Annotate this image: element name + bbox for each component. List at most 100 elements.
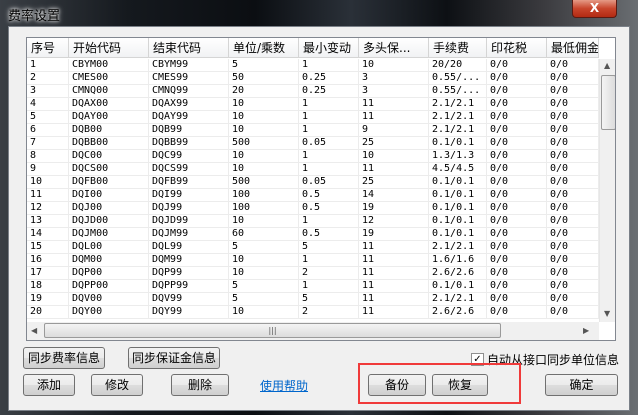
column-header[interactable]: 序号 [27, 38, 69, 57]
table-row[interactable]: 11 DQI00 DQI99 100 0.5 14 0.1/0.1 0/0 0/0 [27, 189, 599, 202]
table-cell: 14 [27, 228, 69, 241]
column-header[interactable]: 单位/乘数 [229, 38, 299, 57]
column-header[interactable]: 开始代码 [69, 38, 149, 57]
table-row[interactable]: 19 DQV00 DQV99 5 5 11 2.1/2.1 0/0 0/0 [27, 293, 599, 306]
table-row[interactable]: 1 CBYM00 CBYM99 5 1 10 20/20 0/0 0/0 [27, 59, 599, 72]
table-cell: 0/0 [487, 176, 547, 189]
table-cell: 0.5 [299, 189, 359, 202]
table-cell: 0/0 [547, 150, 599, 163]
table-row[interactable]: 7 DQBB00 DQBB99 500 0.05 25 0.1/0.1 0/0 0/0 [27, 137, 599, 150]
ok-button[interactable]: 确定 [545, 374, 618, 396]
table-cell: DQCS99 [149, 163, 229, 176]
table-cell: 20/20 [429, 59, 487, 72]
table-cell: 25 [359, 137, 429, 150]
edit-button[interactable]: 修改 [91, 374, 143, 396]
table-cell: 500 [229, 176, 299, 189]
table-cell: 7 [27, 137, 69, 150]
table-cell: DQC00 [69, 150, 149, 163]
table-row[interactable]: 12 DQJ00 DQJ99 100 0.5 19 0.1/0.1 0/0 0/0 [27, 202, 599, 215]
table-cell: CBYM00 [69, 59, 149, 72]
table-cell: 6 [27, 124, 69, 137]
table-cell: 2.1/2.1 [429, 98, 487, 111]
table-row[interactable]: 3 CMNQ00 CMNQ99 20 0.25 3 0.55/... 0/0 0/0 [27, 85, 599, 98]
help-link[interactable]: 使用帮助 [260, 377, 308, 394]
table-cell: 0.1/0.1 [429, 202, 487, 215]
table-cell: DQP00 [69, 267, 149, 280]
column-header[interactable]: 手续费 [429, 38, 487, 57]
column-header[interactable]: 印花税 [487, 38, 547, 57]
table-cell: 10 [229, 111, 299, 124]
table-cell: 3 [359, 72, 429, 85]
table-cell: DQL99 [149, 241, 229, 254]
table-cell: 0/0 [487, 306, 547, 319]
delete-button[interactable]: 删除 [171, 374, 229, 396]
horizontal-scrollbar[interactable]: ◀ ||| ▶ [27, 322, 599, 340]
column-header[interactable]: 多头保... [359, 38, 429, 57]
table-cell: 3 [359, 85, 429, 98]
table-cell: 0/0 [547, 176, 599, 189]
table-cell: 1 [299, 124, 359, 137]
table-row[interactable]: 8 DQC00 DQC99 10 1 10 1.3/1.3 0/0 0/0 [27, 150, 599, 163]
scroll-left-icon[interactable]: ◀ [31, 326, 37, 335]
table-cell: DQI99 [149, 189, 229, 202]
table-cell: 0/0 [547, 163, 599, 176]
table-row[interactable]: 6 DQB00 DQB99 10 1 9 2.1/2.1 0/0 0/0 [27, 124, 599, 137]
vertical-scrollbar[interactable]: ▲ ▼ [599, 59, 615, 322]
table-row[interactable]: 15 DQL00 DQL99 5 5 11 2.1/2.1 0/0 0/0 [27, 241, 599, 254]
sync-rate-button[interactable]: 同步费率信息 [23, 347, 105, 369]
table-cell: DQPP99 [149, 280, 229, 293]
table-cell: 0.1/0.1 [429, 189, 487, 202]
table-row[interactable]: 13 DQJD00 DQJD99 10 1 12 0.1/0.1 0/0 0/0 [27, 215, 599, 228]
table-row[interactable]: 16 DQM00 DQM99 10 1 11 1.6/1.6 0/0 0/0 [27, 254, 599, 267]
table-cell: 16 [27, 254, 69, 267]
horizontal-scroll-thumb[interactable]: ||| [44, 323, 501, 338]
table-cell: 0/0 [547, 293, 599, 306]
table-cell: 0/0 [547, 137, 599, 150]
table-cell: DQI00 [69, 189, 149, 202]
table-row[interactable]: 5 DQAY00 DQAY99 10 1 11 2.1/2.1 0/0 0/0 [27, 111, 599, 124]
table-cell: 5 [299, 293, 359, 306]
table-cell: DQFB99 [149, 176, 229, 189]
table-cell: 0/0 [547, 306, 599, 319]
column-header[interactable]: 最低佣金 [547, 38, 599, 57]
table-cell: 1 [299, 150, 359, 163]
table-cell: CMNQ99 [149, 85, 229, 98]
table-cell: 11 [27, 189, 69, 202]
table-row[interactable]: 20 DQY00 DQY99 10 2 11 2.6/2.6 0/0 0/0 [27, 306, 599, 319]
table-row[interactable]: 10 DQFB00 DQFB99 500 0.05 25 0.1/0.1 0/0 0/0 [27, 176, 599, 189]
table-cell: 10 [229, 98, 299, 111]
scroll-down-icon[interactable]: ▼ [604, 309, 610, 318]
table-row[interactable]: 4 DQAX00 DQAX99 10 1 11 2.1/2.1 0/0 0/0 [27, 98, 599, 111]
table-cell: CMES99 [149, 72, 229, 85]
table-cell: 0/0 [547, 280, 599, 293]
table-cell: 500 [229, 137, 299, 150]
table-cell: 5 [229, 241, 299, 254]
sync-margin-button[interactable]: 同步保证金信息 [128, 347, 220, 369]
table-row[interactable]: 14 DQJM00 DQJM99 60 0.5 19 0.1/0.1 0/0 0/0 [27, 228, 599, 241]
rate-table: 序号 开始代码 结束代码 单位/乘数 最小变动 多头保... 手续费 印花税 最低佣金 1 CBY… [26, 37, 616, 341]
table-cell: 0.1/0.1 [429, 215, 487, 228]
vertical-scroll-thumb[interactable] [601, 75, 615, 130]
scroll-up-icon[interactable]: ▲ [604, 61, 610, 70]
table-cell: 10 [229, 267, 299, 280]
table-row[interactable]: 9 DQCS00 DQCS99 10 1 11 4.5/4.5 0/0 0/0 [27, 163, 599, 176]
table-cell: 12 [359, 215, 429, 228]
column-header[interactable]: 结束代码 [149, 38, 229, 57]
table-cell: 20 [229, 85, 299, 98]
table-row[interactable]: 18 DQPP00 DQPP99 5 1 11 0.1/0.1 0/0 0/0 [27, 280, 599, 293]
table-cell: 11 [359, 241, 429, 254]
table-cell: DQJM99 [149, 228, 229, 241]
table-cell: DQB99 [149, 124, 229, 137]
scroll-right-icon[interactable]: ▶ [583, 326, 589, 335]
highlight-box [358, 363, 521, 404]
table-row[interactable]: 2 CMES00 CMES99 50 0.25 3 0.55/... 0/0 0/0 [27, 72, 599, 85]
column-header[interactable]: 最小变动 [299, 38, 359, 57]
table-cell: 10 [359, 59, 429, 72]
add-button[interactable]: 添加 [23, 374, 75, 396]
table-cell: 11 [359, 267, 429, 280]
table-cell: DQAY99 [149, 111, 229, 124]
table-cell: DQAX99 [149, 98, 229, 111]
close-button[interactable]: X [572, 0, 617, 18]
table-row[interactable]: 17 DQP00 DQP99 10 2 11 2.6/2.6 0/0 0/0 [27, 267, 599, 280]
table-cell: 10 [229, 124, 299, 137]
